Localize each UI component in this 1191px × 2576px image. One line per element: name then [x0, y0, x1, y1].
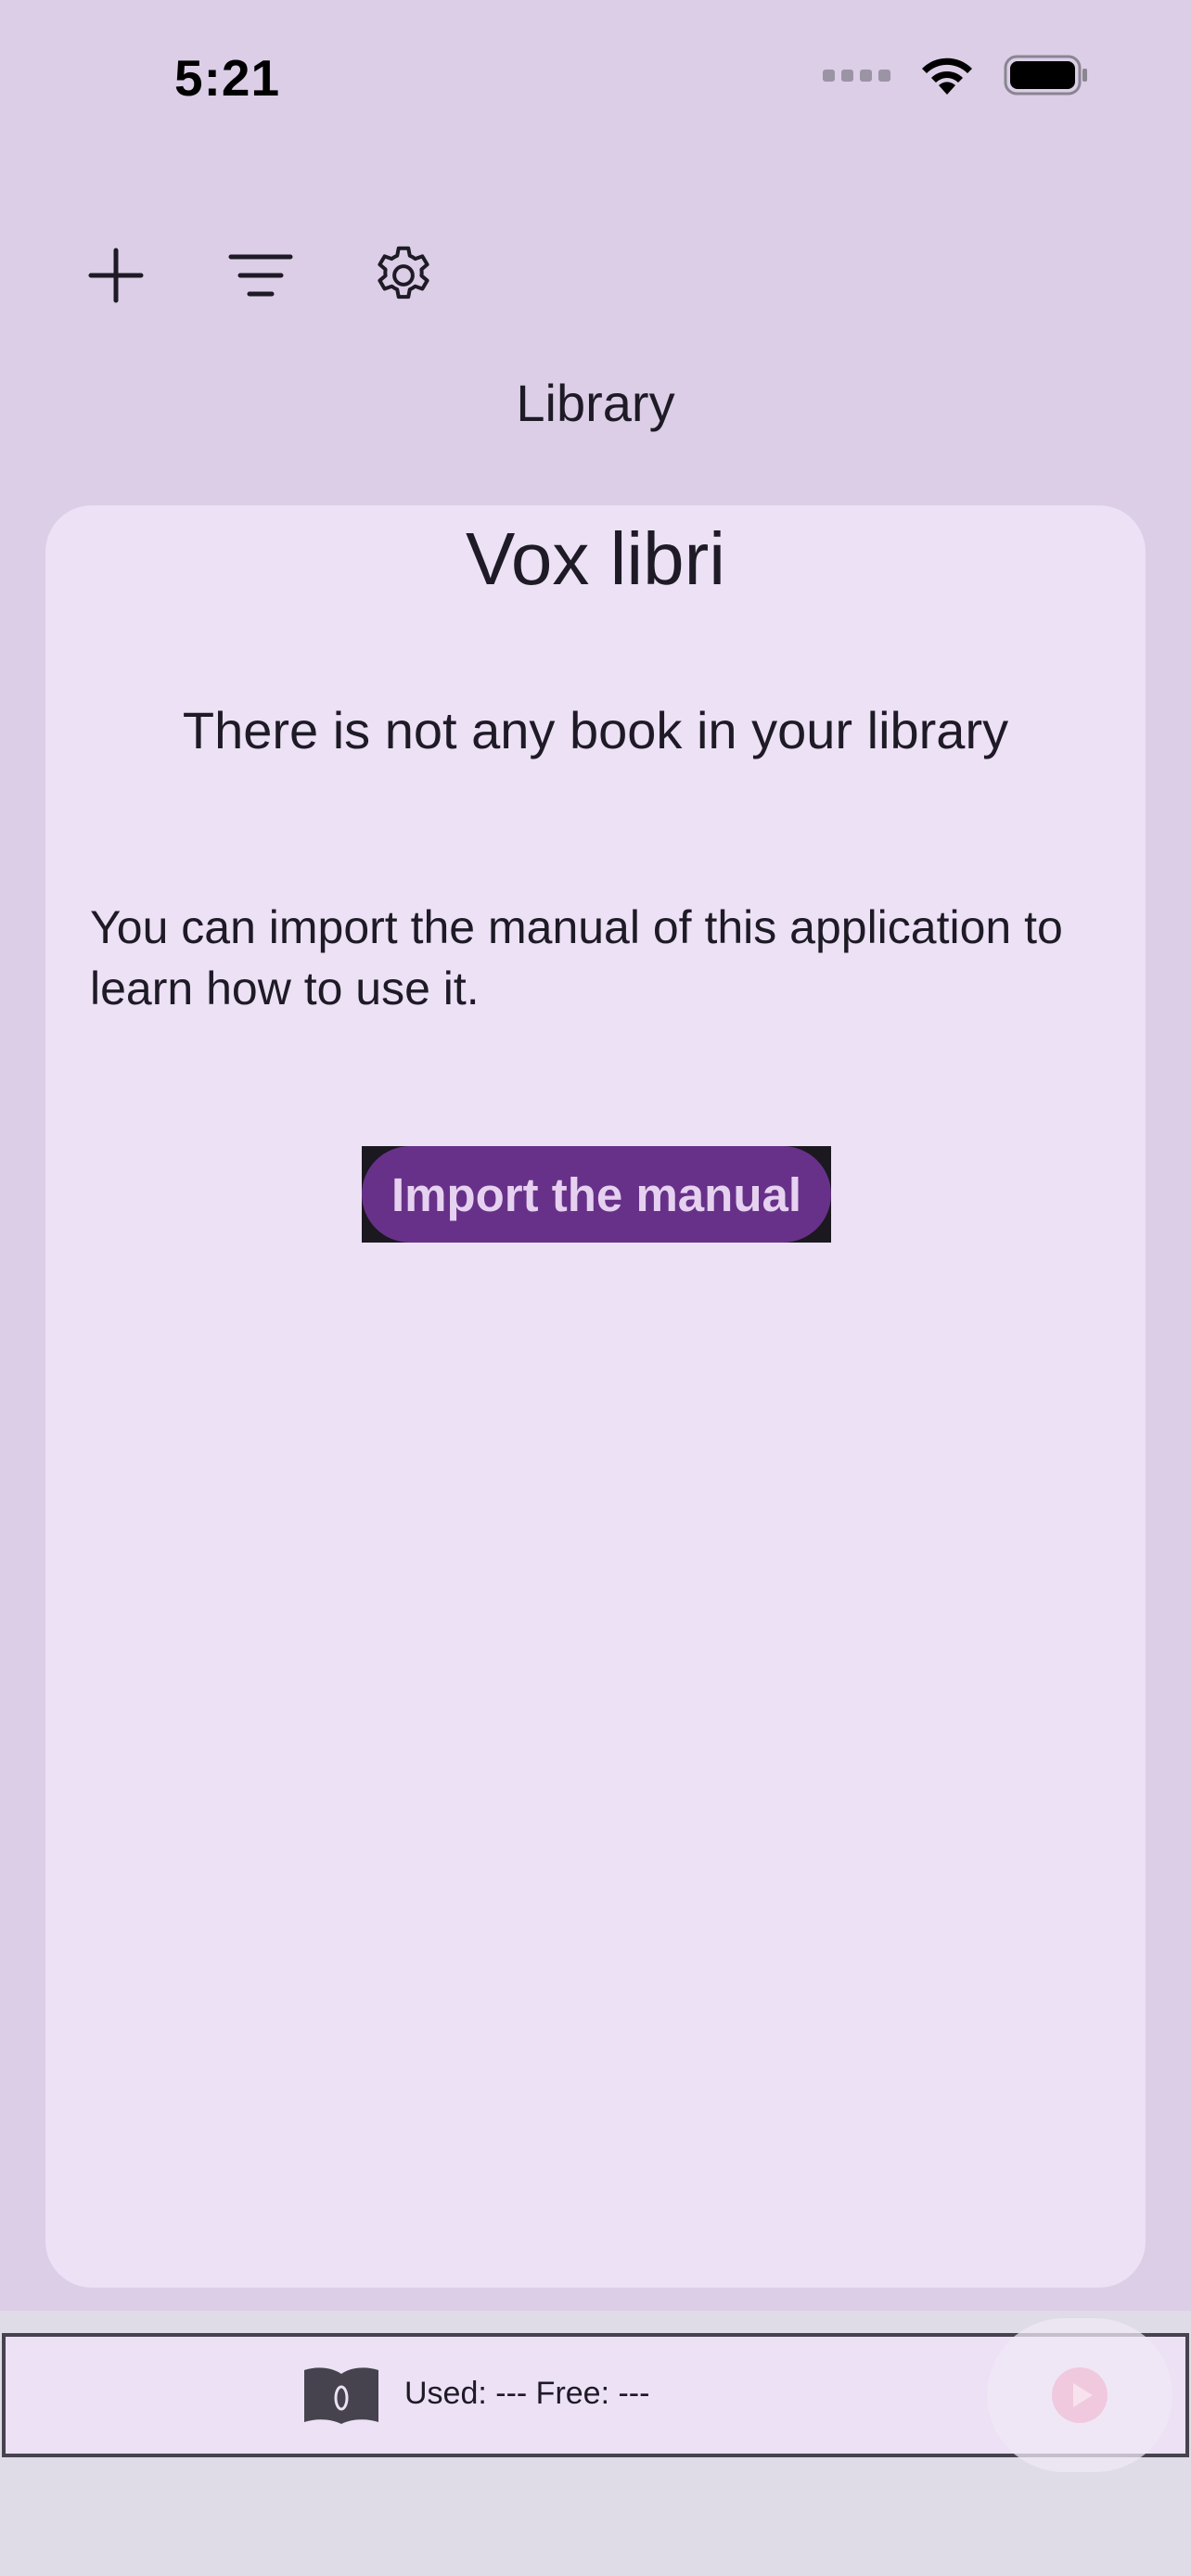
empty-library-message: There is not any book in your library [182, 701, 1009, 759]
battery-icon [1004, 55, 1087, 96]
wifi-icon [922, 57, 972, 95]
import-hint-text: You can import the manual of this applic… [90, 901, 1063, 1014]
gear-icon [378, 246, 429, 300]
page-title: Library [516, 374, 675, 432]
status-bar: 5:21 [0, 0, 1191, 158]
import-manual-label: Import the manual [362, 1146, 831, 1243]
storage-usage-text: Used: --- Free: --- [404, 2376, 650, 2411]
settings-button[interactable] [362, 234, 445, 317]
sort-lines-icon [228, 254, 293, 297]
sort-button[interactable] [219, 234, 302, 317]
plus-icon [88, 248, 144, 303]
add-button[interactable] [74, 234, 158, 317]
open-book-icon [304, 2367, 378, 2424]
status-icons [823, 54, 1089, 96]
library-empty-card: Vox libri There is not any book in your … [45, 505, 1146, 2288]
status-time: 5:21 [174, 49, 281, 107]
app-name: Vox libri [465, 517, 726, 600]
play-button[interactable] [987, 2318, 1172, 2472]
cellular-signal-icon [823, 69, 890, 82]
import-manual-button[interactable]: Import the manual [362, 1146, 831, 1243]
top-toolbar [0, 213, 1191, 325]
play-icon [1052, 2367, 1108, 2423]
